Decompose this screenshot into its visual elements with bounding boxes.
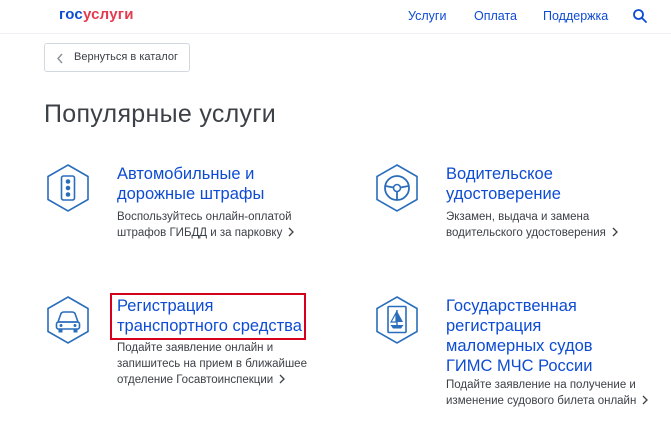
title-line: маломерных судов	[446, 337, 593, 355]
title-line: дорожные штрафы	[117, 185, 265, 203]
service-title-small-vessels[interactable]: Государственная регистрация маломерных с…	[446, 296, 593, 376]
chevron-right-icon[interactable]	[288, 227, 295, 237]
desc-line-with-chevron: водительского удостоверения	[446, 225, 618, 241]
service-desc-fines: Воспользуйтесь онлайн-оплатой штрафов ГИ…	[117, 209, 295, 241]
logo-part-gos: гос	[59, 6, 83, 23]
title-line: Автомобильные и	[117, 165, 255, 183]
nav-support[interactable]: Поддержка	[543, 9, 608, 23]
search-icon[interactable]	[632, 8, 648, 24]
title-line: Государственная	[446, 297, 577, 315]
desc-line: отделение Госавтоинспекции	[117, 374, 274, 386]
steering-wheel-icon	[376, 164, 418, 212]
page-title: Популярные услуги	[44, 100, 277, 128]
title-line: ГИМС МЧС России	[446, 357, 593, 375]
logo-part-uslugi: услуги	[82, 6, 134, 23]
nav-services[interactable]: Услуги	[408, 9, 446, 23]
service-desc-driver-license: Экзамен, выдача и замена водительского у…	[446, 209, 618, 241]
title-line: Водительское	[446, 165, 553, 183]
traffic-light-icon	[47, 164, 89, 212]
desc-line: запишитесь на прием в ближайшее	[117, 358, 307, 370]
chevron-right-icon[interactable]	[612, 227, 618, 237]
chevron-right-icon[interactable]	[279, 374, 286, 384]
desc-line: Экзамен, выдача и замена	[446, 211, 590, 223]
desc-line: изменение судового билета онлайн	[446, 395, 637, 407]
boat-document-icon	[376, 296, 418, 344]
chevron-left-icon	[57, 53, 63, 64]
service-title-driver-license[interactable]: Водительское удостоверение	[446, 164, 561, 204]
desc-line: штрафов ГИБДД и за парковку	[117, 227, 283, 239]
desc-line-with-chevron: изменение судового билета онлайн	[446, 393, 649, 409]
desc-line-with-chevron: штрафов ГИБДД и за парковку	[117, 225, 295, 241]
car-icon	[47, 296, 89, 344]
title-line: удостоверение	[446, 185, 561, 203]
service-desc-small-vessels: Подайте заявление на получение и изменен…	[446, 377, 649, 409]
back-button-label: Вернуться в каталог	[74, 51, 178, 63]
desc-line: Подайте заявление на получение и	[446, 379, 636, 391]
gosuslugi-logo[interactable]: госуслуги	[59, 6, 134, 23]
desc-line: водительского удостоверения	[446, 227, 606, 239]
nav-payment[interactable]: Оплата	[474, 9, 517, 23]
highlight-box	[110, 293, 306, 340]
title-line: регистрация	[446, 317, 542, 335]
service-desc-vehicle-registration: Подайте заявление онлайн и запишитесь на…	[117, 340, 307, 388]
back-to-catalog-button[interactable]: Вернуться в каталог	[44, 43, 190, 72]
desc-line: Подайте заявление онлайн и	[117, 342, 274, 354]
desc-line-with-chevron: отделение Госавтоинспекции	[117, 372, 307, 388]
header: госуслуги Услуги Оплата Поддержка	[0, 0, 671, 34]
service-title-fines[interactable]: Автомобильные и дорожные штрафы	[117, 164, 264, 204]
chevron-right-icon[interactable]	[642, 395, 649, 405]
desc-line: Воспользуйтесь онлайн-оплатой	[117, 211, 292, 223]
